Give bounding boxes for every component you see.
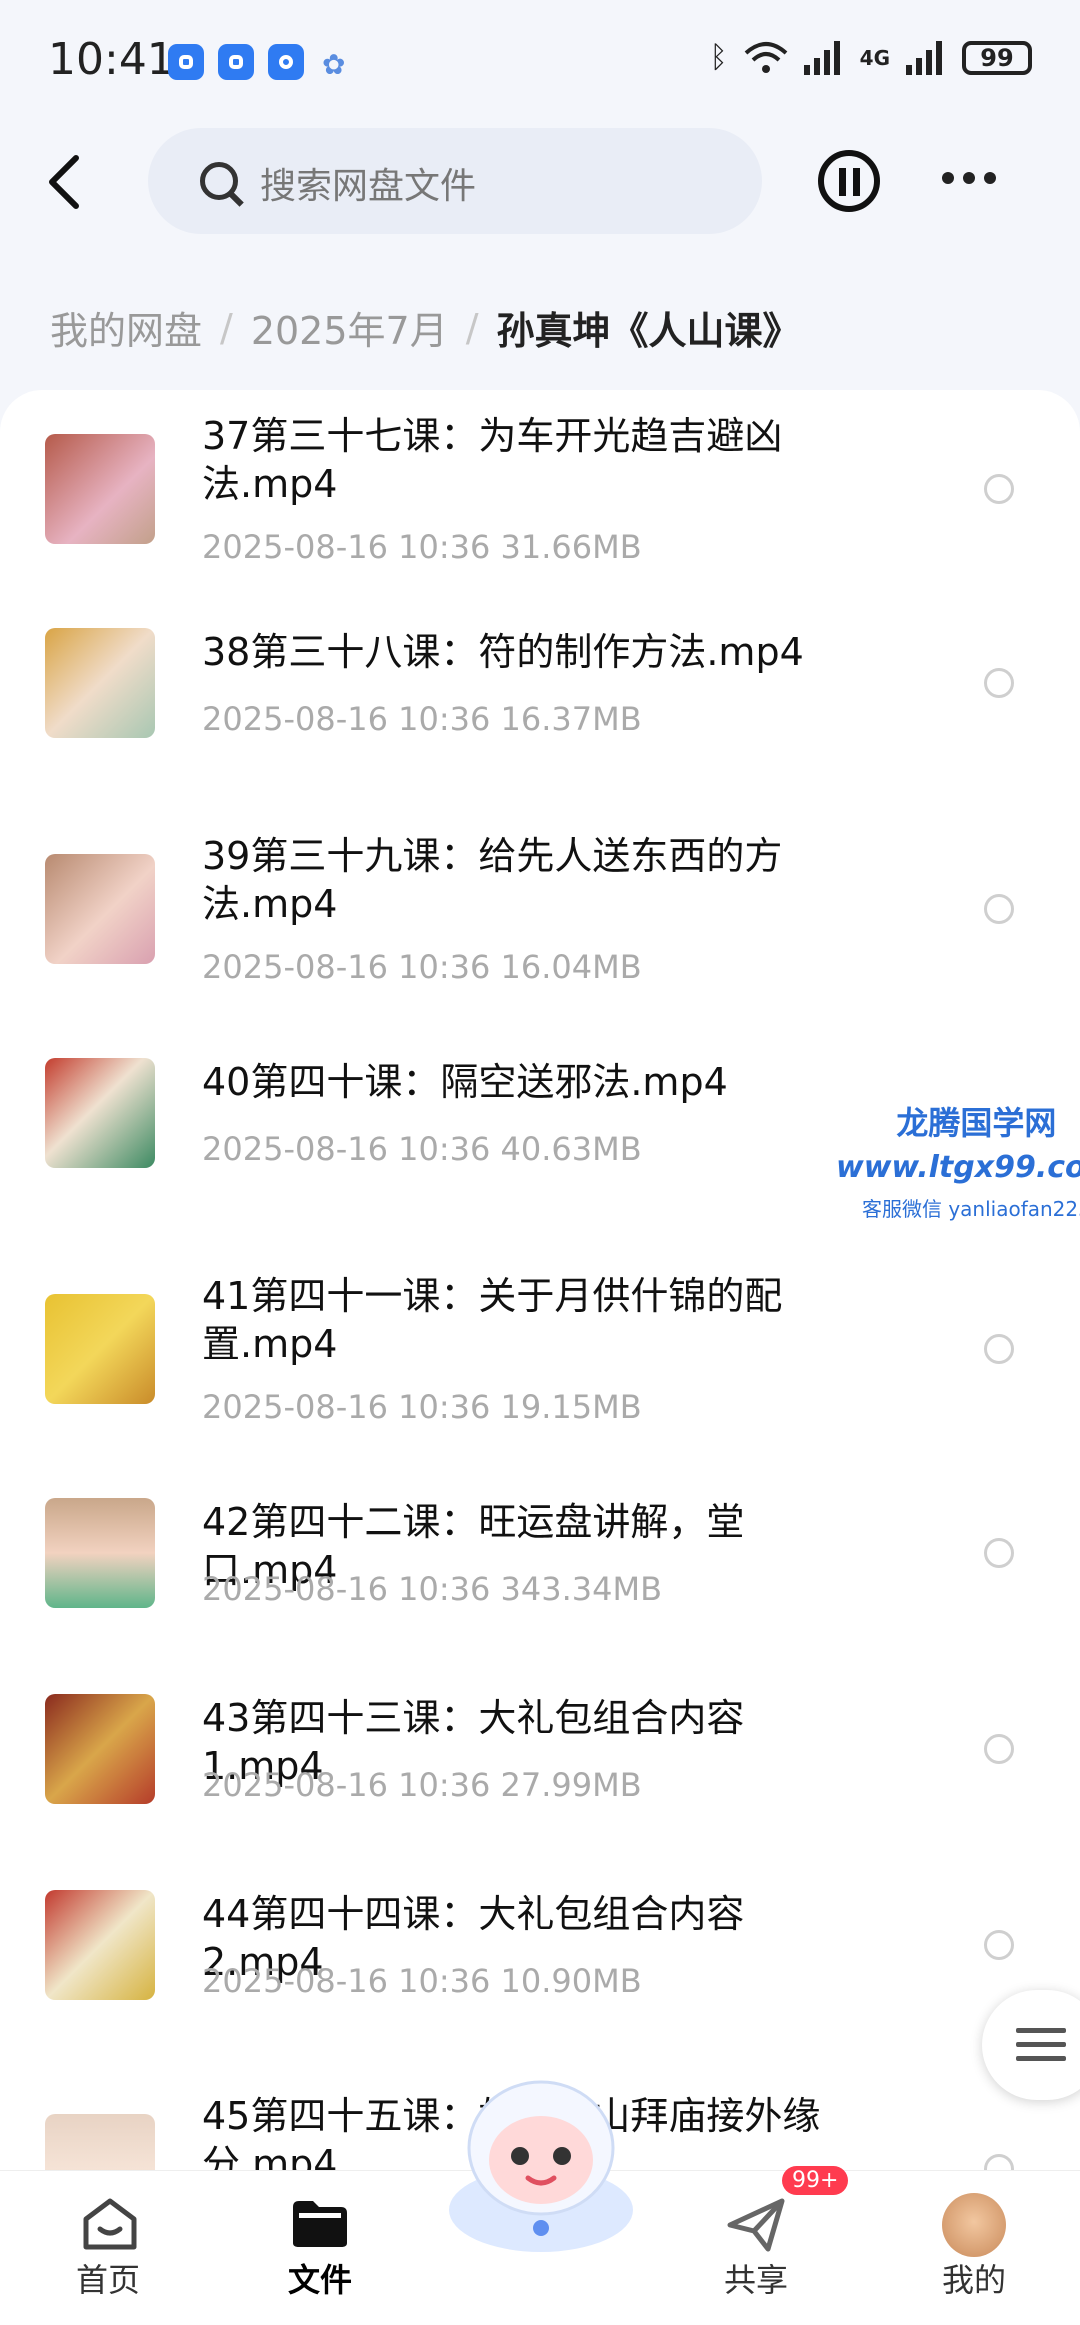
video-thumbnail [45, 2114, 155, 2170]
app-notification-icon [218, 44, 254, 80]
file-meta: 2025-08-16 10:36 16.04MB [202, 948, 642, 986]
file-row[interactable]: 43第四十三课：大礼包组合内容1.mp4 2025-08-16 10:36 27… [0, 1666, 1080, 1856]
file-row[interactable]: 42第四十二课：旺运盘讲解，堂口.mp4 2025-08-16 10:36 34… [0, 1470, 1080, 1660]
nav-me-label: 我的 [941, 2261, 1006, 2299]
send-icon [727, 2198, 785, 2252]
breadcrumb-item[interactable]: 2025年7月 [251, 300, 448, 355]
file-row[interactable]: 44第四十四课：大礼包组合内容2.mp4 2025-08-16 10:36 10… [0, 1862, 1080, 2052]
video-thumbnail [45, 628, 155, 738]
select-radio[interactable] [984, 894, 1014, 924]
transfer-list-button[interactable] [818, 150, 880, 212]
back-button[interactable] [40, 152, 90, 212]
home-icon [83, 2198, 137, 2250]
network-type: 4G [859, 45, 890, 70]
video-thumbnail [45, 1058, 155, 1168]
clock: 10:41 [48, 34, 175, 85]
file-name: 37第三十七课：为车开光趋吉避凶法.mp4 [202, 414, 783, 506]
file-row[interactable]: 37第三十七课：为车开光趋吉避凶法.mp4 2025-08-16 10:36 3… [0, 390, 1080, 590]
file-list: 37第三十七课：为车开光趋吉避凶法.mp4 2025-08-16 10:36 3… [0, 390, 1080, 2170]
video-thumbnail [45, 854, 155, 964]
file-name: 40第四十课：隔空送邪法.mp4 [202, 1060, 728, 1104]
select-radio[interactable] [984, 1734, 1014, 1764]
nav-me[interactable]: 我的 [894, 2171, 1054, 2325]
nav-home-label: 首页 [75, 2261, 140, 2299]
cloud-app-icon: ✿ [322, 48, 346, 81]
select-radio[interactable] [984, 474, 1014, 504]
search-input[interactable]: 搜索网盘文件 [148, 128, 762, 234]
breadcrumb-item[interactable]: 我的网盘 [50, 300, 202, 355]
select-radio[interactable] [984, 2154, 1014, 2170]
app-notification-icon [168, 44, 204, 80]
app-notification-icon [268, 44, 304, 80]
share-count-badge: 99+ [782, 2166, 849, 2195]
file-meta: 2025-08-16 10:36 16.37MB [202, 700, 642, 738]
search-placeholder: 搜索网盘文件 [260, 166, 477, 207]
nav-files-label: 文件 [287, 2261, 352, 2299]
status-bar: 10:41 ✿ ᛒ 4G 99 [0, 0, 1080, 130]
file-name: 39第三十九课：给先人送东西的方法.mp4 [202, 834, 783, 926]
file-meta: 2025-08-16 10:36 27.99MB [202, 1766, 642, 1804]
file-name: 41第四十一课：关于月供什锦的配置.mp4 [202, 1274, 783, 1366]
nav-share-label: 共享 [723, 2261, 788, 2299]
select-radio[interactable] [984, 1538, 1014, 1568]
battery-icon: 99 [962, 40, 1032, 75]
video-thumbnail [45, 1294, 155, 1404]
bluetooth-icon: ᛒ [709, 40, 728, 75]
select-radio[interactable] [984, 1930, 1014, 1960]
folder-icon [293, 2201, 347, 2247]
file-meta: 2025-08-16 10:36 343.34MB [202, 1570, 663, 1608]
avatar [942, 2193, 1006, 2257]
watermark-url: www.ltgx99.com [836, 1150, 1080, 1185]
file-name: 38第三十八课：符的制作方法.mp4 [202, 630, 804, 674]
battery-level: 99 [980, 43, 1014, 72]
wifi-icon [744, 41, 787, 73]
breadcrumb-current: 孙真坤《人山课》 [496, 309, 801, 353]
watermark-contact: 客服微信 yanliaofan225 [861, 1197, 1080, 1221]
nav-home[interactable]: 首页 [28, 2171, 188, 2325]
signal-icon [803, 40, 840, 75]
file-row[interactable]: 39第三十九课：给先人送东西的方法.mp4 2025-08-16 10:36 1… [0, 810, 1080, 1020]
video-thumbnail [45, 1890, 155, 2000]
file-meta: 2025-08-16 10:36 19.15MB [202, 1388, 642, 1426]
watermark-title: 龙腾国学网 [896, 1104, 1057, 1142]
status-icons: ᛒ 4G 99 [710, 40, 1032, 75]
select-radio[interactable] [984, 1334, 1014, 1364]
file-meta: 2025-08-16 10:36 10.90MB [202, 1962, 642, 2000]
select-radio[interactable] [984, 668, 1014, 698]
breadcrumb-separator: / [465, 305, 479, 350]
breadcrumb-separator: / [220, 305, 233, 350]
file-row[interactable]: 41第四十一课：关于月供什锦的配置.mp4 2025-08-16 10:36 1… [0, 1250, 1080, 1460]
video-thumbnail [45, 434, 155, 544]
video-thumbnail [45, 1694, 155, 1804]
file-row[interactable]: 38第三十八课：符的制作方法.mp4 2025-08-16 10:36 16.3… [0, 600, 1080, 790]
watermark: 龙腾国学网 www.ltgx99.com 客服微信 yanliaofan225 [836, 1098, 1080, 1222]
video-thumbnail [45, 1498, 155, 1608]
search-icon [200, 162, 238, 200]
file-meta: 2025-08-16 10:36 31.66MB [202, 528, 642, 566]
more-options-button[interactable] [942, 172, 996, 184]
breadcrumb: 我的网盘 / 2025年7月 / 孙真坤《人山课》 [50, 300, 801, 355]
signal-icon [906, 40, 942, 75]
file-meta: 2025-08-16 10:36 40.63MB [202, 1130, 642, 1168]
nav-files[interactable]: 文件 [240, 2171, 400, 2325]
mascot-assistant-button[interactable] [436, 2060, 646, 2260]
